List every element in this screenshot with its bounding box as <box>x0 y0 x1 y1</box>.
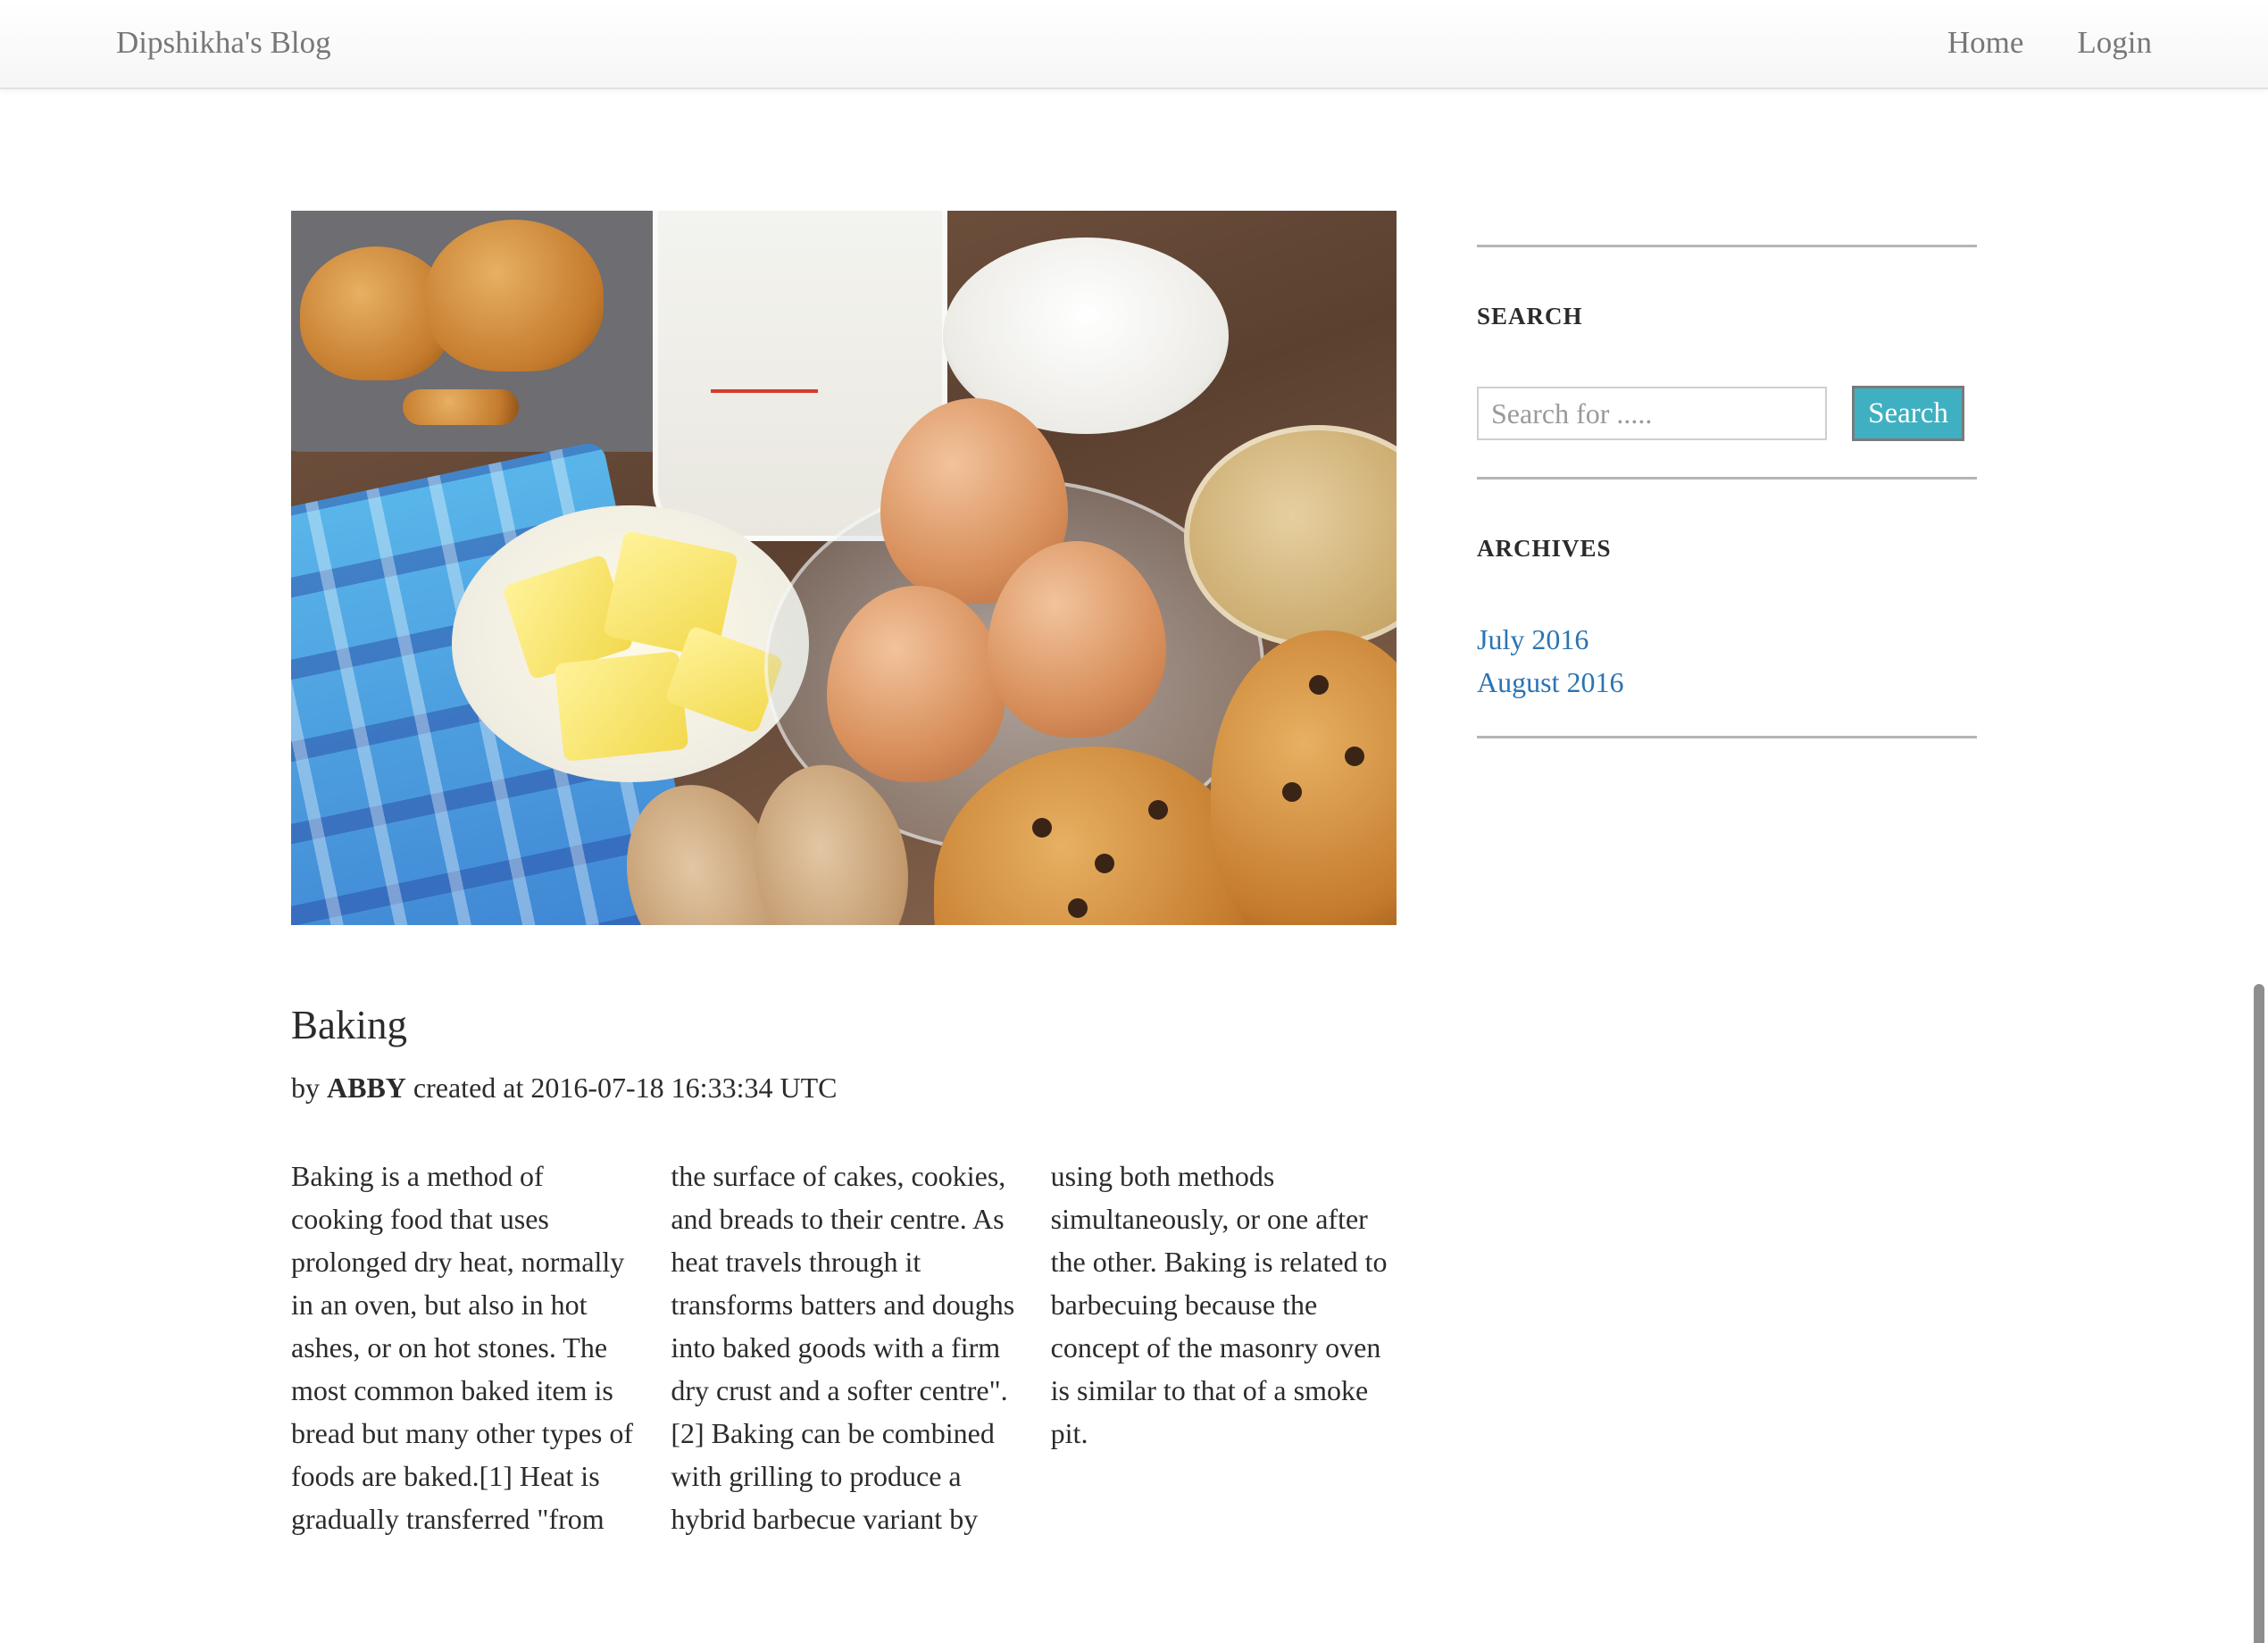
archive-link-july-2016[interactable]: July 2016 <box>1477 618 1977 661</box>
butter-cube <box>554 650 689 763</box>
post-hero-image <box>291 211 1397 925</box>
chocolate-chip <box>1068 898 1088 918</box>
navbar: Dipshikha's Blog Home Login <box>0 0 2268 89</box>
post-title: Baking <box>291 1003 407 1047</box>
nav-login-link[interactable]: Login <box>2077 25 2152 61</box>
cup-measure-mark <box>711 389 818 393</box>
chocolate-chip <box>1309 675 1329 695</box>
search-form: Search <box>1477 386 1977 441</box>
chocolate-chip <box>1345 746 1364 766</box>
post-meta: by ABBY created at 2016-07-18 16:33:34 U… <box>291 1072 837 1105</box>
sidebar-divider <box>1477 736 1977 738</box>
nav-home-link[interactable]: Home <box>1947 25 2024 61</box>
archives-heading: ARCHIVES <box>1477 535 1612 562</box>
sidebar-divider <box>1477 245 1977 247</box>
sidebar: SEARCH Search ARCHIVES July 2016 August … <box>1477 245 1977 738</box>
search-heading: SEARCH <box>1477 303 1583 329</box>
post-author: ABBY <box>327 1072 406 1104</box>
chocolate-chip <box>1282 782 1302 802</box>
post-timestamp: 2016-07-18 16:33:34 UTC <box>530 1072 838 1104</box>
page: Dipshikha's Blog Home Login Baking by AB… <box>0 0 2268 1643</box>
muffin <box>403 389 519 425</box>
post-by-label: by <box>291 1072 320 1104</box>
search-button[interactable]: Search <box>1852 386 1964 441</box>
scrollbar[interactable] <box>2248 89 2268 1643</box>
post-body: Baking is a method of cooking food that … <box>291 1160 1388 1535</box>
archives-list: July 2016 August 2016 <box>1477 618 1977 704</box>
chocolate-chip <box>1095 854 1114 873</box>
muffin <box>425 220 604 371</box>
nav-links: Home Login <box>1947 25 2152 61</box>
chocolate-chip <box>1032 818 1052 838</box>
post-created-label: created at <box>413 1072 524 1104</box>
search-input[interactable] <box>1477 387 1827 440</box>
archive-link-august-2016[interactable]: August 2016 <box>1477 661 1977 704</box>
sidebar-divider <box>1477 477 1977 480</box>
chocolate-chip <box>1148 800 1168 820</box>
scrollbar-thumb[interactable] <box>2254 984 2264 1643</box>
blog-brand-link[interactable]: Dipshikha's Blog <box>116 25 331 61</box>
